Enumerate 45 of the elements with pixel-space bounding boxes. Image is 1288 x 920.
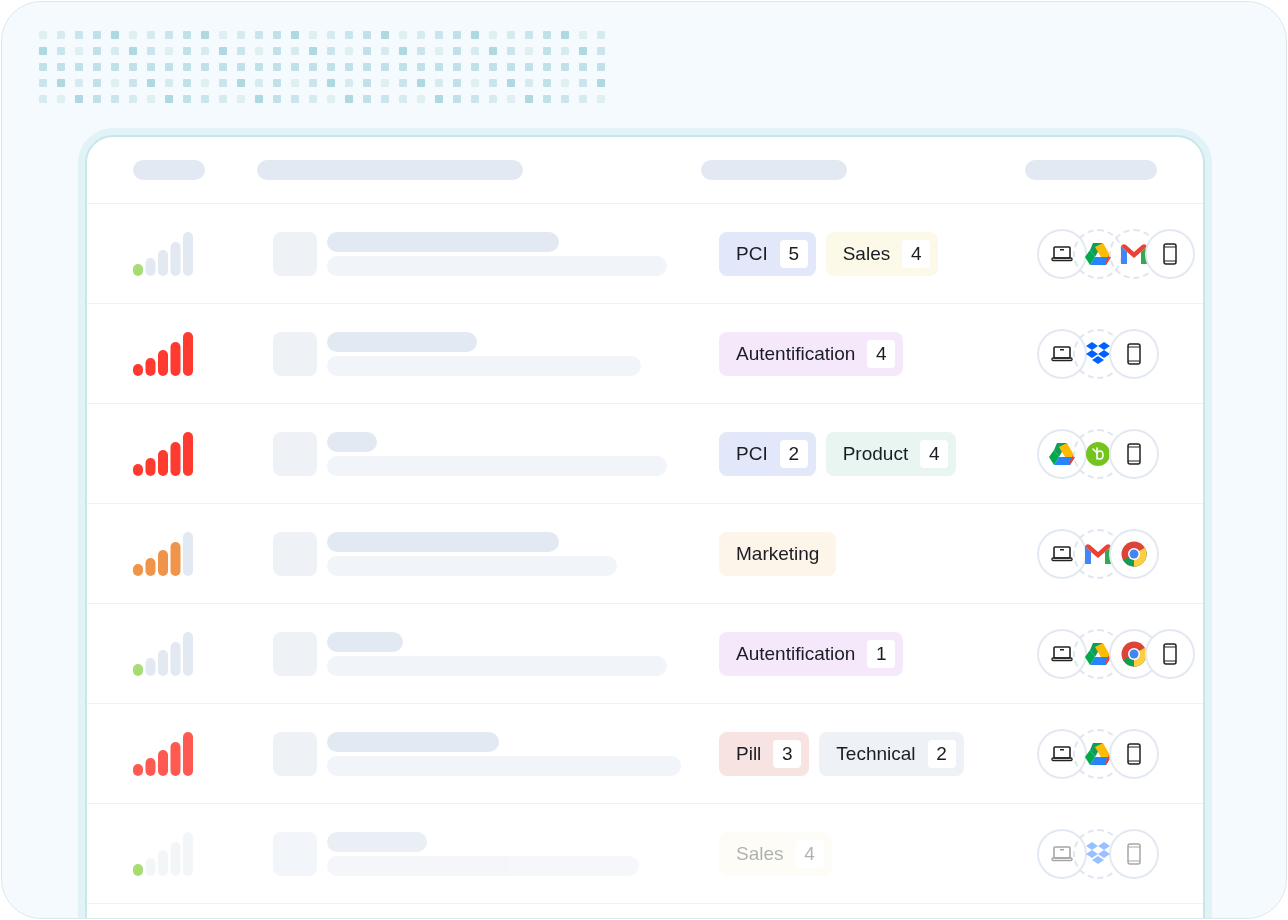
laptop-icon <box>1051 845 1073 862</box>
signal-track <box>145 631 193 676</box>
box-logo-icon <box>1085 341 1111 366</box>
laptop-icon <box>1051 245 1073 262</box>
triangle-logo-icon <box>1085 742 1111 765</box>
placeholder-bar <box>327 431 377 452</box>
phone-icon <box>1127 742 1141 765</box>
tag-count: 4 <box>867 339 896 368</box>
tag-count: 4 <box>902 239 931 268</box>
phone-icon <box>1127 342 1141 365</box>
phone-icon <box>1163 642 1177 665</box>
phone-icon <box>1127 442 1141 465</box>
tag-count: 1 <box>867 639 896 668</box>
triangle-logo-icon <box>1085 642 1111 665</box>
tag-label: Technical <box>836 742 917 765</box>
tag-label: PCI <box>736 242 769 265</box>
tag-count: 4 <box>795 839 824 868</box>
laptop-icon <box>1051 645 1073 662</box>
tag-count: 4 <box>920 439 949 468</box>
signal-track <box>183 531 193 576</box>
tag-label: Autentification <box>736 342 857 365</box>
box-logo-icon <box>1085 841 1111 866</box>
tag-label: Sales <box>736 842 785 865</box>
tag-label: Sales <box>842 242 892 265</box>
laptop-icon <box>1051 345 1073 362</box>
tag-count: 3 <box>773 739 802 768</box>
chrome-icon <box>1121 540 1147 567</box>
triangle-logo-icon <box>1049 442 1075 465</box>
tag-label: Autentification <box>736 642 857 665</box>
triangle-logo-icon <box>1085 242 1111 265</box>
laptop-icon <box>1051 745 1073 762</box>
m-logo-icon <box>1121 243 1147 264</box>
m-logo-icon <box>1085 543 1111 564</box>
placeholder-bar <box>133 160 205 180</box>
tag-label: Pill <box>736 742 763 765</box>
tag-label: PCI <box>736 442 769 465</box>
tag-count: 2 <box>779 439 808 468</box>
signal-track <box>145 231 193 276</box>
phone-icon <box>1127 842 1141 865</box>
laptop-icon <box>1051 545 1073 562</box>
tag-count: 5 <box>779 239 808 268</box>
phone-icon <box>1163 242 1177 265</box>
tag-count: 2 <box>927 739 956 768</box>
tag-label: Product <box>842 442 910 465</box>
tag-label: Marketing <box>736 542 821 565</box>
